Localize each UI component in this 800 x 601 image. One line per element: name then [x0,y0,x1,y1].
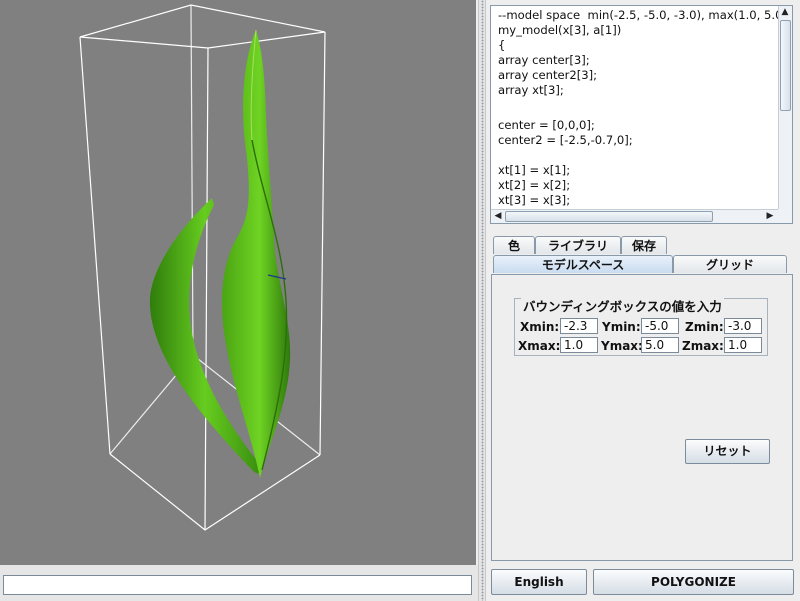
tab-save[interactable]: 保存 [621,236,667,254]
ymax-field[interactable]: 5.0 [641,337,679,353]
bounding-box-wireframe [79,4,326,531]
code-line: xt[2] = x[2]; [498,178,571,192]
language-button[interactable]: English [491,569,587,595]
bounding-box-title: バウンディングボックスの値を入力 [521,296,724,315]
scroll-up-arrow-icon[interactable]: ▲ [779,6,791,18]
xmax-label: Xmax: [518,339,561,353]
tab-grid[interactable]: グリッド [673,255,787,273]
zmax-label: Zmax: [682,339,724,353]
zmin-label: Zmin: [685,320,724,334]
code-editor[interactable]: --model space min(-2.5, -5.0, -3.0), max… [490,5,793,224]
rendered-model[interactable] [0,0,476,565]
scroll-corner [778,209,792,223]
tab-color[interactable]: 色 [493,236,535,254]
xmin-field[interactable]: -2.3 [560,318,598,334]
code-line: my_model(x[3], a[1]) [498,23,622,37]
status-input[interactable] [3,575,472,595]
code-line: center2 = [-2.5,-0.7,0]; [498,133,633,147]
tab-model-space[interactable]: モデルスペース [493,255,673,273]
xmax-field[interactable]: 1.0 [560,337,598,353]
xmin-label: Xmin: [520,320,560,334]
zmin-field[interactable]: -3.0 [724,318,762,334]
vertical-scroll-thumb[interactable] [780,20,791,111]
code-line: center = [0,0,0]; [498,118,595,132]
ymin-label: Ymin: [602,320,641,334]
code-line: xt[1] = x[1]; [498,163,571,177]
code-line: array xt[3]; [498,83,564,97]
code-line: { [498,38,506,52]
tab-library[interactable]: ライブラリ [535,236,621,254]
horizontal-scrollbar[interactable]: ◀ ▶ [491,209,779,223]
reset-button[interactable]: リセット [685,439,770,464]
ymin-field[interactable]: -5.0 [641,318,679,334]
scroll-left-arrow-icon[interactable]: ◀ [492,210,504,222]
horizontal-scroll-thumb[interactable] [505,211,713,222]
split-pane-divider[interactable] [478,0,486,601]
zmax-field[interactable]: 1.0 [724,337,762,353]
code-line: --model space min(-2.5, -5.0, -3.0), max… [498,8,779,22]
polygonize-button[interactable]: POLYGONIZE [593,569,794,595]
code-line: array center[3]; [498,53,590,67]
scroll-right-arrow-icon[interactable]: ▶ [764,210,776,222]
vertical-scrollbar[interactable]: ▲ [778,6,792,209]
ymax-label: Ymax: [601,339,643,353]
code-line: array center2[3]; [498,68,598,82]
code-line: xt[3] = x[3]; [498,193,571,207]
3d-viewport[interactable] [0,0,476,565]
code-text-area[interactable]: --model space min(-2.5, -5.0, -3.0), max… [491,6,779,209]
